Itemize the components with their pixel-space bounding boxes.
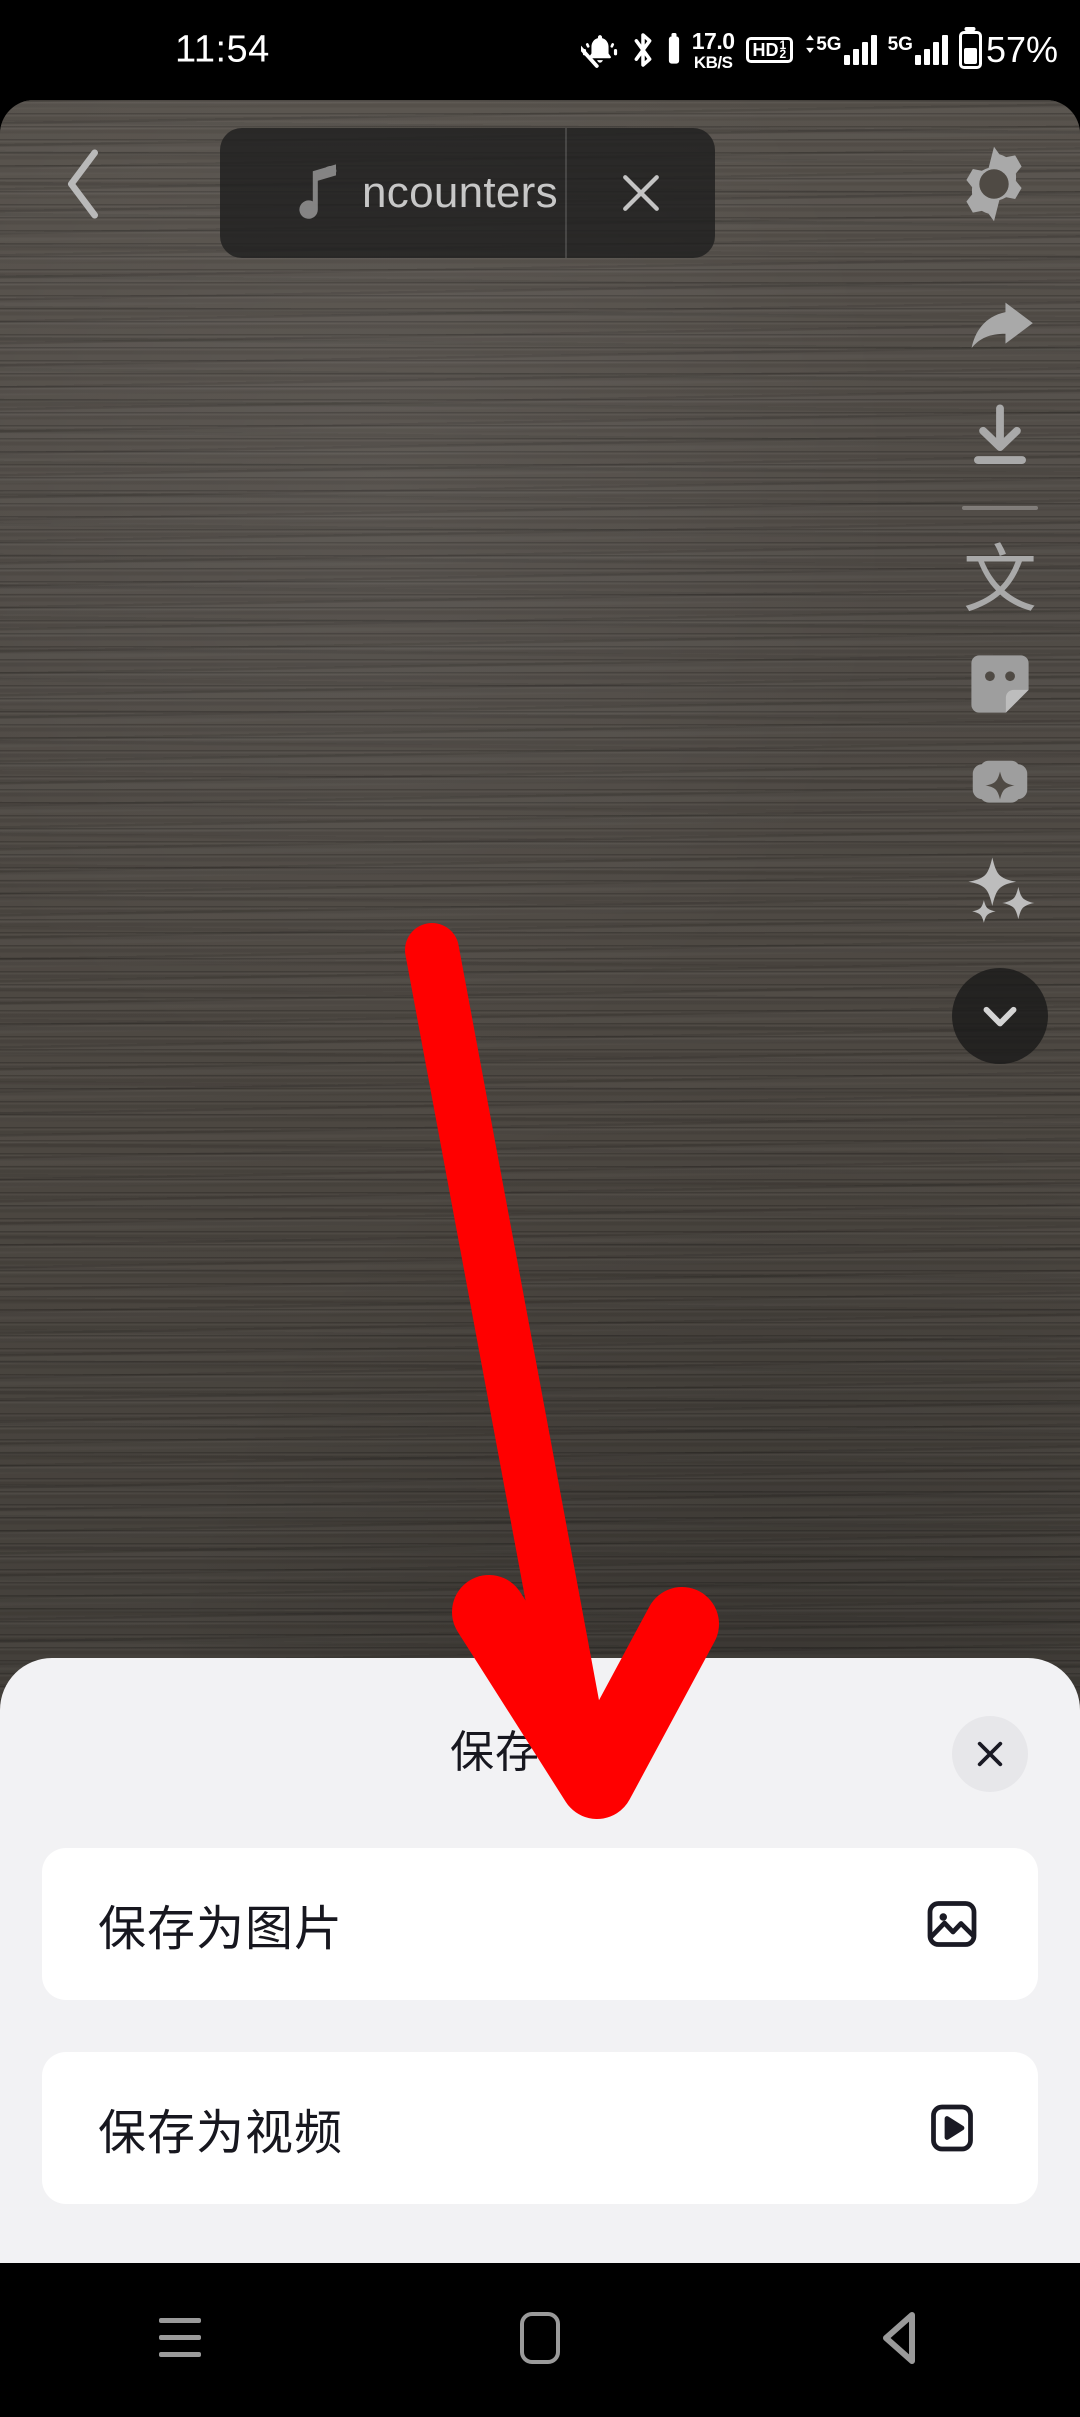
close-icon xyxy=(623,175,659,211)
recents-icon xyxy=(159,2318,201,2357)
add-badge-icon xyxy=(972,760,1028,803)
music-banner[interactable]: ncounters xyxy=(220,128,715,258)
save-local-sheet: 保存本地 保存为图片 保存为视频 xyxy=(0,1658,1080,2263)
viewer-top-bar: ncounters xyxy=(0,100,1080,268)
battery-icon xyxy=(958,31,982,69)
chevron-down-icon xyxy=(983,1006,1017,1027)
nav-back-button[interactable] xyxy=(800,2263,1000,2412)
sheet-close-button[interactable] xyxy=(952,1716,1028,1792)
save-as-image-option[interactable]: 保存为图片 xyxy=(42,1848,1038,2000)
status-bar-icons: 17.0 KB/S HD 1 2 5G 5G 57% xyxy=(580,27,1058,72)
sticker-icon xyxy=(971,655,1029,713)
play-icon xyxy=(922,2098,982,2158)
share-icon xyxy=(971,302,1033,349)
photo-viewer[interactable]: ncounters 文 保存本地 保存为图片 保存为视频 xyxy=(0,100,1080,2263)
network-speed-value: 17.0 xyxy=(691,27,735,54)
back-triangle-icon xyxy=(883,2311,915,2364)
sparkle-ai-icon xyxy=(968,857,1035,923)
network-speed-unit: KB/S xyxy=(693,52,733,72)
home-icon xyxy=(520,2311,560,2364)
bell-muted-icon xyxy=(580,31,619,69)
settings-button[interactable] xyxy=(946,136,1042,232)
share-button[interactable] xyxy=(920,280,1080,384)
music-banner-content: ncounters xyxy=(220,128,565,258)
status-bar-clock: 11:54 xyxy=(175,28,270,71)
sticker-button[interactable] xyxy=(920,632,1080,736)
close-icon xyxy=(977,1741,1003,1767)
save-as-video-label: 保存为视频 xyxy=(98,2107,344,2160)
bluetooth-icon xyxy=(630,30,656,70)
sim1-network-label: 5G xyxy=(816,34,842,55)
add-badge-button[interactable] xyxy=(920,736,1080,840)
save-as-video-option[interactable]: 保存为视频 xyxy=(42,2052,1038,2204)
sim2-signal-icon: 5G xyxy=(888,35,948,65)
sim1-signal-icon: 5G xyxy=(804,34,877,65)
battery-indicator: 57% xyxy=(958,29,1058,71)
battery-percent-label: 57% xyxy=(985,29,1058,70)
music-banner-close-button[interactable] xyxy=(567,128,715,258)
hd-voice-icon: HD 1 2 xyxy=(745,37,794,63)
sim2-network-label: 5G xyxy=(887,34,913,55)
sparkle-ai-button[interactable] xyxy=(920,840,1080,944)
sim-card-icon xyxy=(667,33,681,67)
gear-icon xyxy=(966,146,1022,222)
network-speed-indicator: 17.0 KB/S xyxy=(691,27,735,72)
rail-collapse-button[interactable] xyxy=(952,968,1048,1064)
hd-label: HD xyxy=(752,40,779,60)
save-as-image-label: 保存为图片 xyxy=(98,1903,344,1956)
nav-recents-button[interactable] xyxy=(80,2263,280,2412)
image-icon xyxy=(922,1894,982,1954)
translate-icon: 文 xyxy=(963,537,1037,623)
status-bar: 11:54 17.0 KB/S HD 1 2 5G 5G 57% xyxy=(0,0,1080,100)
translate-button[interactable]: 文 xyxy=(920,528,1080,632)
music-note-icon xyxy=(292,162,344,225)
download-icon xyxy=(974,404,1026,464)
hd-sub: 2 xyxy=(779,47,787,61)
back-button[interactable] xyxy=(42,143,124,225)
sheet-title: 保存本地 xyxy=(450,1728,630,1777)
nav-home-button[interactable] xyxy=(440,2263,640,2412)
chevron-left-icon xyxy=(67,149,99,219)
music-title: ncounters xyxy=(362,168,558,217)
data-transfer-icon xyxy=(806,35,815,53)
viewer-action-rail: 文 xyxy=(920,280,1080,1064)
phone-screen: 11:54 17.0 KB/S HD 1 2 5G 5G 57% ncounte… xyxy=(0,0,1080,2412)
system-nav-bar xyxy=(0,2263,1080,2412)
rail-divider xyxy=(962,506,1038,510)
download-button[interactable] xyxy=(920,384,1080,488)
